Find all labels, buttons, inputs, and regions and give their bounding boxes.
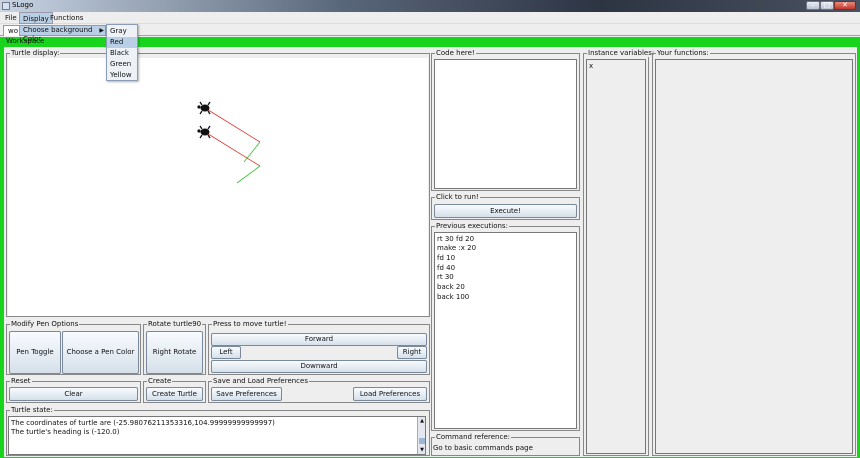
instance-variables-panel: Instance variables: x [583,49,656,456]
left-label: Left [219,348,233,356]
minimize-button[interactable]: – [806,1,820,10]
variable-item[interactable]: x [589,62,593,71]
submenu-arrow-icon: ▶ [99,27,104,34]
pen-line-2 [243,141,261,163]
rotate-panel: Rotate turtle90 Right Rotate [143,320,206,375]
save-preferences-label: Save Preferences [216,390,277,398]
pen-line-4 [236,165,261,184]
close-button[interactable]: ✕ [834,1,856,10]
forward-button[interactable]: Forward [211,333,427,346]
color-option-gray[interactable]: Gray [107,26,137,37]
maximize-icon: □ [823,1,831,9]
downward-button[interactable]: Downward [211,360,427,373]
history-item[interactable]: rt 30 fd 20 [437,235,474,244]
create-turtle-button[interactable]: Create Turtle [146,387,203,401]
functions-panel: Your functions: [652,49,856,456]
close-icon: ✕ [842,1,848,9]
menubar [0,12,860,24]
history-item[interactable]: fd 10 [437,254,455,263]
turtle-state-panel: Turtle state: The coordinates of turtle … [6,406,430,456]
menu-file[interactable]: File [2,12,20,24]
load-preferences-button[interactable]: Load Preferences [353,387,427,401]
history-panel: Previous executions: rt 30 fd 20 make :x… [431,222,580,431]
scroll-thumb[interactable] [419,438,425,444]
window-titlebar [0,0,860,12]
forward-label: Forward [304,335,334,343]
pen-toggle-button[interactable]: Pen Toggle [9,331,61,374]
turtle-heading-text: The turtle's heading is (-120.0) [11,428,120,436]
move-panel: Press to move turtle! Forward Left Right… [208,320,430,375]
load-preferences-label: Load Preferences [359,390,421,398]
menu-functions[interactable]: Functions [47,12,86,24]
turtle-icon [197,101,211,115]
pen-color-button[interactable]: Choose a Pen Color [62,331,139,374]
move-title: Press to move turtle! [212,320,288,328]
scroll-up-icon[interactable]: ▲ [419,418,425,424]
reset-panel: Reset Clear [6,377,141,403]
code-panel: Code here! [431,49,580,191]
save-preferences-button[interactable]: Save Preferences [211,387,282,401]
turtle-icon [197,125,211,139]
code-panel-title: Code here! [435,49,476,57]
minimize-icon: – [811,1,815,9]
run-panel-title: Click to run! [435,193,480,201]
reset-title: Reset [10,377,32,385]
window-title: SLogo [12,1,34,9]
turtle-canvas[interactable] [8,58,428,316]
functions-list[interactable] [655,59,853,454]
execute-label: Execute! [490,207,521,215]
downward-label: Downward [300,362,338,370]
color-option-green[interactable]: Green [107,59,137,70]
instance-variables-list[interactable]: x [586,59,646,454]
right-rotate-button[interactable]: Right Rotate [146,331,203,374]
history-item[interactable]: back 100 [437,293,469,302]
command-reference-title: Command reference: [435,433,511,441]
history-item[interactable]: fd 40 [437,264,455,273]
turtle-drawing [197,101,261,184]
turtle-state-title: Turtle state: [10,406,54,414]
turtle-state-text[interactable]: The coordinates of turtle are (-25.98076… [8,416,426,455]
command-reference-panel: Command reference: Go to basic commands … [431,433,580,456]
color-option-yellow[interactable]: Yellow [107,70,137,81]
preferences-title: Save and Load Preferences [212,377,309,385]
instance-variables-title: Instance variables: [587,49,656,57]
rotate-title: Rotate turtle90 [147,320,203,328]
history-list[interactable]: rt 30 fd 20 make :x 20 fd 10 fd 40 rt 30… [434,232,577,429]
preferences-panel: Save and Load Preferences Save Preferenc… [208,377,430,403]
right-rotate-label: Right Rotate [152,348,197,356]
turtle-coordinates-text: The coordinates of turtle are (-25.98076… [11,419,275,427]
pen-options-title: Modify Pen Options [10,320,80,328]
background-color-menu-item[interactable]: Choose background Color ▶ [19,25,106,43]
basic-commands-link[interactable]: Go to basic commands page [433,444,533,452]
pen-color-label: Choose a Pen Color [66,348,135,356]
turtle-display-title: Turtle display: [10,49,61,57]
history-title: Previous executions: [435,222,509,230]
run-panel: Click to run! Execute! [431,193,580,220]
code-input[interactable] [434,59,577,189]
create-panel: Create Create Turtle [143,377,206,403]
color-option-red[interactable]: Red [107,37,137,48]
execute-button[interactable]: Execute! [434,204,577,218]
history-item[interactable]: make :x 20 [437,244,476,253]
right-button[interactable]: Right [397,346,427,359]
create-title: Create [147,377,173,385]
left-button[interactable]: Left [211,346,241,359]
color-option-black[interactable]: Black [107,48,137,59]
scroll-down-icon[interactable]: ▼ [419,447,425,453]
maximize-button[interactable]: □ [820,1,834,10]
turtle-state-scrollbar[interactable]: ▲ ▼ [417,417,425,454]
history-item[interactable]: back 20 [437,283,465,292]
clear-button[interactable]: Clear [9,387,138,401]
pen-options-panel: Modify Pen Options Pen Toggle Choose a P… [6,320,141,375]
right-label: Right [402,348,422,356]
background-color-submenu: Gray Red Black Green Yellow [106,24,138,81]
create-turtle-label: Create Turtle [151,390,197,398]
functions-title: Your functions: [656,49,710,57]
turtle-display-panel: Turtle display: [6,49,430,317]
pen-toggle-label: Pen Toggle [16,348,54,356]
history-item[interactable]: rt 30 [437,273,454,282]
clear-label: Clear [64,390,83,398]
app-icon [2,2,10,10]
